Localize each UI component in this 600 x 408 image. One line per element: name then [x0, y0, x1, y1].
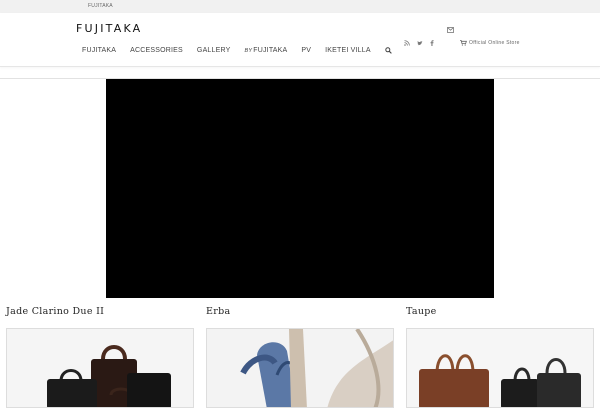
nav-item-fujitaka[interactable]: FUJITAKA [82, 47, 116, 54]
product-image[interactable] [406, 328, 594, 408]
cart-icon [460, 40, 467, 46]
twitter-icon[interactable] [417, 40, 423, 46]
top-utility-bar: FUJITAKA [0, 0, 600, 13]
nav-item-label: FUJITAKA [253, 47, 288, 54]
main-navigation: FUJITAKA ACCESSORIES GALLERY BYFUJITAKA … [82, 47, 392, 54]
site-header: FUJITAKA FUJITAKA ACCESSORIES GALLERY BY… [0, 13, 600, 67]
nav-item-gallery[interactable]: GALLERY [197, 47, 231, 54]
search-icon[interactable] [385, 47, 392, 54]
product-title[interactable]: Taupe [406, 306, 594, 322]
nav-item-pv[interactable]: PV [301, 47, 311, 54]
nav-item-iketei-villa[interactable]: IKETEI VILLA [325, 47, 371, 54]
nav-item-by-fujitaka[interactable]: BYFUJITAKA [245, 47, 288, 54]
product-image[interactable] [206, 328, 394, 408]
nav-item-accessories[interactable]: ACCESSORIES [130, 47, 183, 54]
rss-icon[interactable] [404, 40, 410, 46]
site-logo[interactable]: FUJITAKA [76, 22, 142, 35]
topbar-site-label: FUJITAKA [88, 3, 113, 9]
nav-item-prefix: BY [244, 48, 253, 54]
facebook-icon[interactable] [430, 40, 434, 46]
product-card[interactable]: Jade Clarino Due II [6, 306, 194, 408]
video-player[interactable] [106, 79, 494, 298]
envelope-icon[interactable] [447, 27, 454, 33]
product-card[interactable]: Taupe [406, 306, 594, 408]
store-label: Official Online Store [469, 40, 520, 46]
social-links [404, 40, 441, 46]
product-title[interactable]: Erba [206, 306, 394, 322]
product-image[interactable] [6, 328, 194, 408]
product-title[interactable]: Jade Clarino Due II [6, 306, 194, 322]
online-store-link[interactable]: Official Online Store [460, 40, 520, 46]
product-card[interactable]: Erba [206, 306, 394, 408]
